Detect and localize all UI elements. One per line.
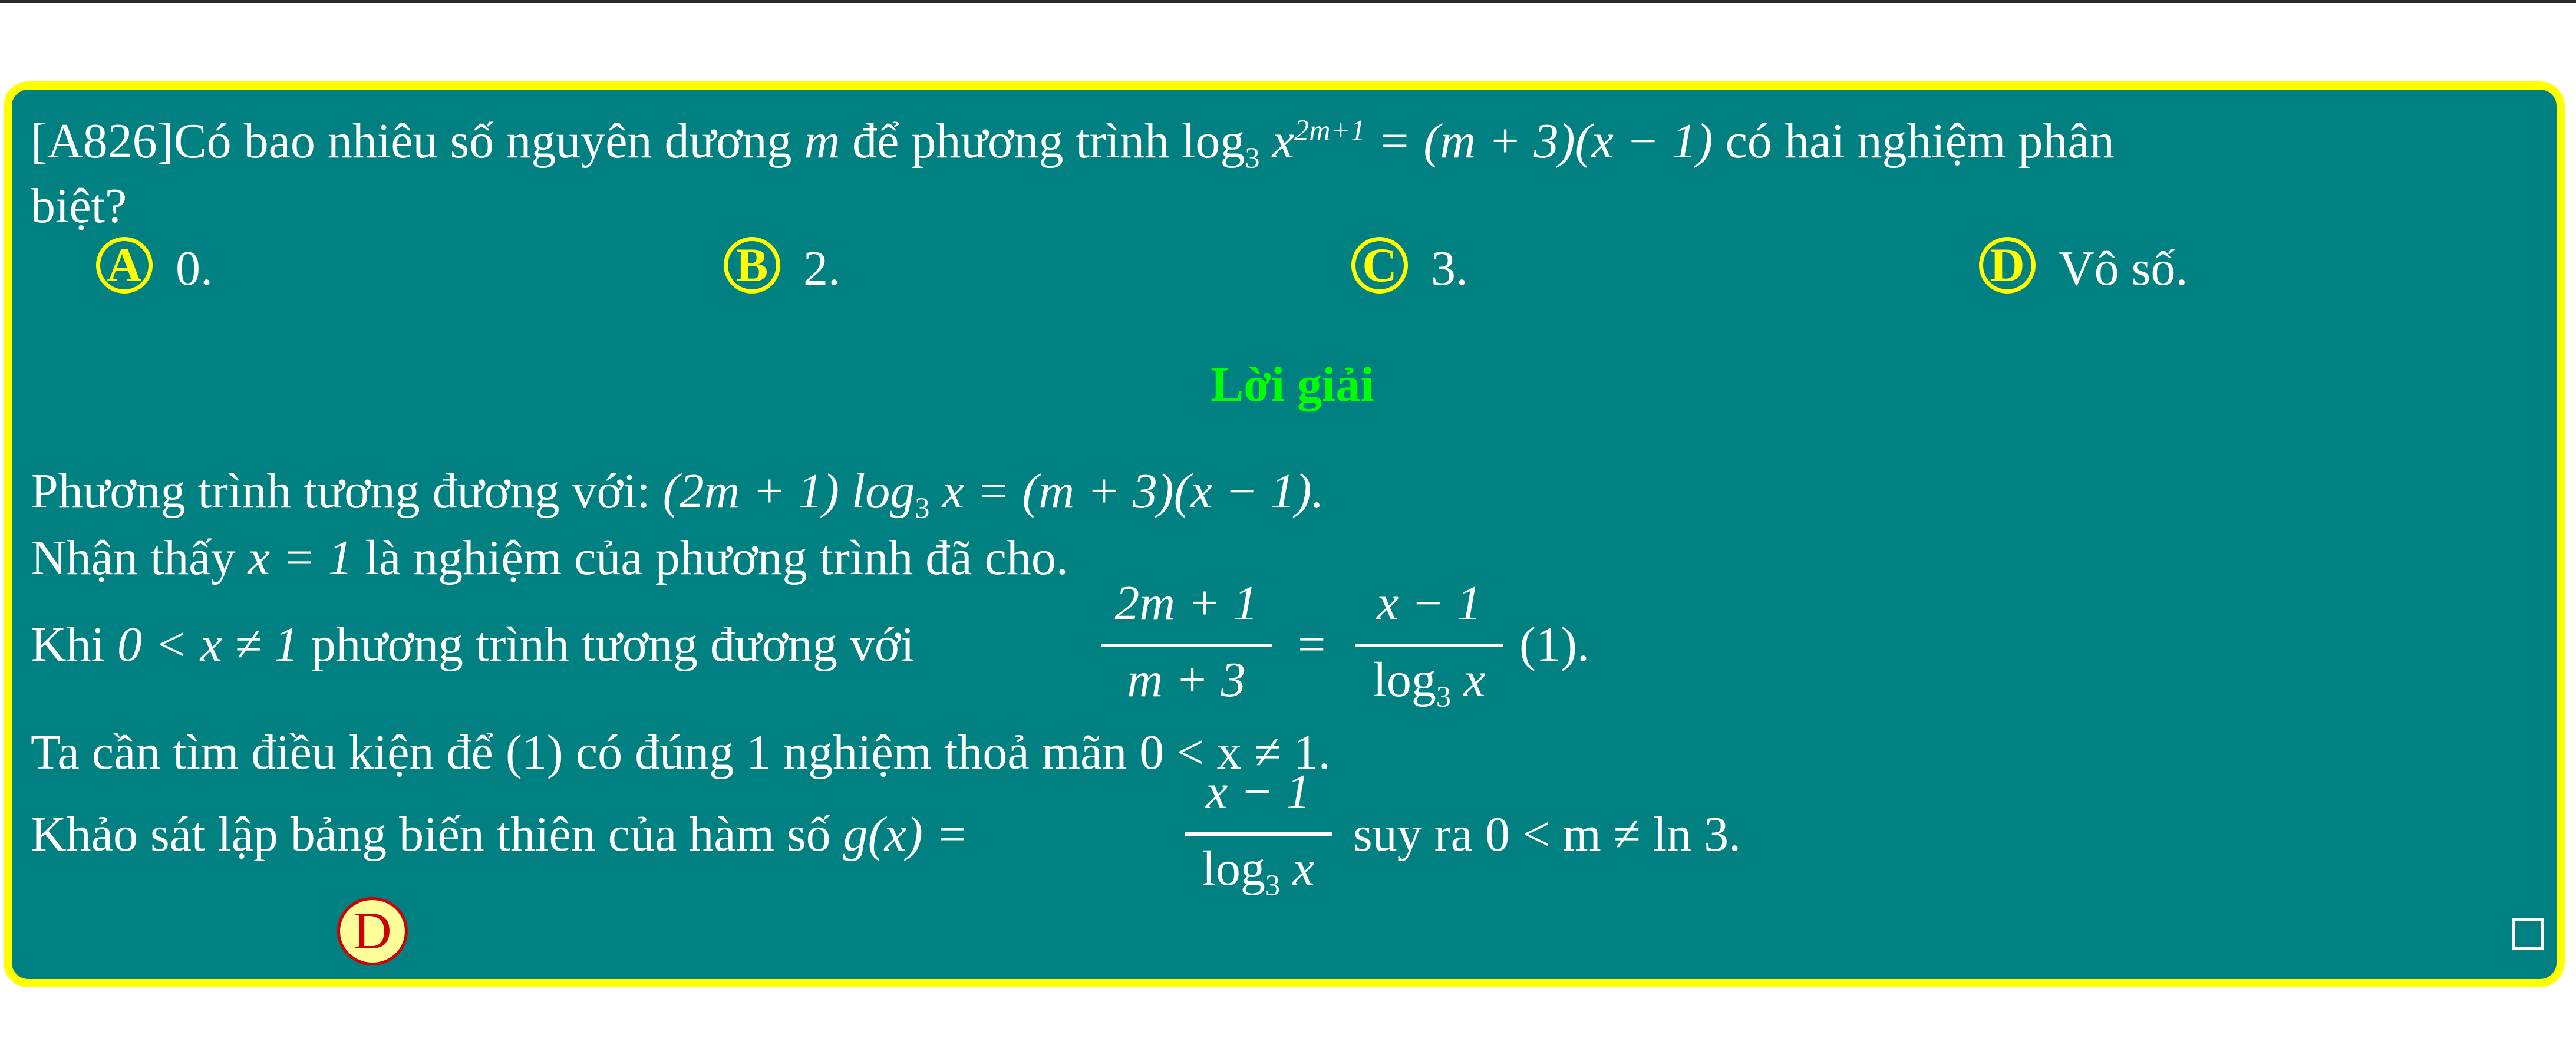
fraction-2-bar: [1355, 644, 1503, 647]
fraction-3-bar: [1185, 832, 1332, 836]
question-prefix: Có bao nhiêu số nguyên dương: [173, 114, 792, 169]
fraction-1-bar: [1101, 644, 1272, 647]
choice-d-marker: D: [1979, 237, 2036, 294]
solution-line-5-b: suy ra 0 < m ≠ ln 3.: [1353, 807, 1741, 862]
solution-line-4: Ta cần tìm điều kiện để (1) có đúng 1 ng…: [31, 725, 1331, 780]
problem-panel: [A826]Có bao nhiêu số nguyên dương m để …: [4, 81, 2565, 1046]
fraction-3: x − 1 log3 x: [1185, 767, 1332, 909]
fraction-1-denominator: m + 3: [1127, 652, 1246, 707]
var-x: x: [1272, 114, 1294, 169]
fraction-2: x − 1 log3 x: [1355, 579, 1503, 720]
choose-answer-label: Chọn đáp án: [31, 993, 281, 1048]
line3-tail: (1).: [1519, 617, 1589, 672]
solution-line-2: Nhận thấy x = 1 là nghiệm của phương trì…: [31, 533, 1068, 583]
line5-a: Khảo sát lập bảng biến thiên của hàm số: [31, 807, 831, 862]
line1-text: Phương trình tương đương với:: [31, 464, 651, 519]
choice-c-marker: C: [1351, 237, 1408, 294]
fraction-3-x: x: [1292, 841, 1315, 896]
solution-line-5-a: Khảo sát lập bảng biến thiên của hàm số …: [31, 810, 969, 859]
log-base: 3: [1245, 141, 1260, 174]
fraction-2-numerator: x − 1: [1377, 576, 1482, 631]
var-m: m: [804, 114, 840, 169]
fraction-2-denominator: log3 x: [1355, 652, 1503, 711]
solution-line-3: Khi 0 < x ≠ 1 phương trình tương đương v…: [31, 620, 915, 670]
fraction-2-base: 3: [1436, 680, 1452, 713]
line2-a: Nhận thấy: [31, 530, 236, 585]
exponent: 2m+1: [1294, 114, 1365, 147]
line1-base: 3: [915, 491, 930, 525]
question-code: [A826]: [31, 114, 174, 169]
line1-math-b: x = (m + 3)(x − 1).: [942, 464, 1324, 519]
log-word: log: [1182, 114, 1245, 169]
fraction-3-log: log: [1202, 841, 1265, 896]
line5-math: g(x) =: [843, 807, 969, 862]
line2-b: là nghiệm của phương trình đã cho.: [365, 530, 1068, 585]
choice-b-marker: B: [724, 237, 780, 294]
solution-title: Lời giải: [1211, 357, 1374, 412]
question-line-1: [A826]Có bao nhiêu số nguyên dương m để …: [31, 114, 2115, 173]
top-rule: [0, 0, 2576, 3]
line3-b: phương trình tương đương với: [311, 617, 915, 672]
choice-a-marker: A: [96, 237, 153, 294]
fraction-1-numerator: 2m + 1: [1114, 576, 1258, 631]
line3-math: 0 < x ≠ 1: [117, 617, 299, 672]
choice-c-text: 3.: [1431, 241, 1468, 296]
question-line-2: biệt?: [31, 179, 127, 233]
answer-marker: D: [337, 897, 408, 965]
question-suffix: có hai nghiệm phân: [1725, 114, 2115, 169]
question-rhs: = (m + 3)(x − 1): [1377, 114, 1713, 169]
question-middle: để phương trình: [852, 114, 1170, 169]
equals-sign: =: [1298, 617, 1326, 672]
qed-box-icon: [2512, 918, 2544, 950]
fraction-3-denominator: log3 x: [1185, 841, 1332, 900]
choice-d-text: Vô số.: [2059, 241, 2188, 296]
fraction-3-base: 3: [1265, 868, 1281, 902]
fraction-3-numerator: x − 1: [1206, 764, 1311, 819]
line2-math: x = 1: [248, 530, 353, 585]
line1-math-a: (2m + 1) log: [662, 464, 915, 519]
line3-a: Khi: [31, 617, 105, 672]
fraction-2-x: x: [1463, 652, 1486, 707]
choice-a-text: 0.: [176, 241, 213, 296]
fraction-2-log: log: [1373, 652, 1436, 707]
solution-line-1: Phương trình tương đương với: (2m + 1) l…: [31, 464, 1324, 523]
fraction-1: 2m + 1 m + 3: [1101, 579, 1272, 720]
choice-b-text: 2.: [803, 241, 840, 296]
